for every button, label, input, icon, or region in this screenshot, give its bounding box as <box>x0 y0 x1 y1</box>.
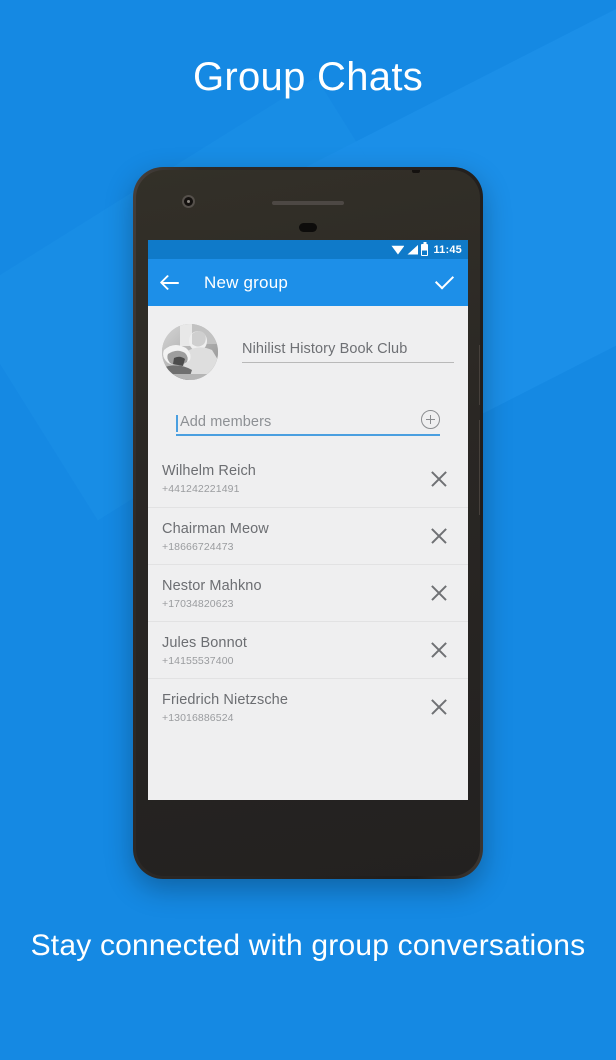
group-header: Nihilist History Book Club Add members <box>148 306 468 436</box>
page-headline: Group Chats <box>192 55 424 99</box>
status-bar: 11:45 <box>148 240 468 259</box>
remove-member-icon[interactable] <box>428 525 450 547</box>
app-bar: New group <box>148 259 468 306</box>
proximity-sensor <box>299 223 317 232</box>
member-phone: +14155537400 <box>162 654 234 667</box>
remove-member-icon[interactable] <box>428 582 450 604</box>
member-info: Wilhelm Reich +441242221491 <box>162 462 428 495</box>
member-phone: +17034820623 <box>162 597 234 610</box>
table-row[interactable]: Nestor Mahkno +17034820623 <box>148 564 468 621</box>
member-name: Chairman Meow <box>162 520 269 537</box>
volume-button[interactable] <box>479 420 480 515</box>
remove-member-icon[interactable] <box>428 468 450 490</box>
table-row[interactable]: Jules Bonnot +14155537400 <box>148 621 468 678</box>
avatar-edit-indicator <box>207 368 216 377</box>
page-subtitle: Stay connected with group conversations <box>30 929 586 962</box>
battery-icon <box>421 243 429 256</box>
table-row[interactable]: Chairman Meow +18666724473 <box>148 507 468 564</box>
status-bar-icons <box>391 243 429 256</box>
group-name-value: Nihilist History Book Club <box>242 341 408 357</box>
signal-icon <box>407 244 419 255</box>
member-name: Jules Bonnot <box>162 634 248 651</box>
member-info: Chairman Meow +18666724473 <box>162 520 428 553</box>
member-info: Friedrich Nietzsche +13016886524 <box>162 691 428 724</box>
phone-screen: 11:45 New group Nihilist History Book Cl… <box>148 240 468 800</box>
power-button[interactable] <box>479 345 480 405</box>
member-name: Nestor Mahkno <box>162 577 262 594</box>
member-phone: +441242221491 <box>162 483 240 495</box>
screen-content: Nihilist History Book Club Add members W… <box>148 306 468 800</box>
confirm-check-icon[interactable] <box>432 271 456 295</box>
wifi-icon <box>391 245 405 255</box>
member-phone: +13016886524 <box>162 711 234 724</box>
add-members-field[interactable]: Add members <box>176 410 440 436</box>
member-list: Wilhelm Reich +441242221491 Chairman Meo… <box>148 450 468 735</box>
member-name: Friedrich Nietzsche <box>162 691 288 708</box>
back-arrow-icon[interactable] <box>160 272 182 294</box>
remove-member-icon[interactable] <box>428 696 450 718</box>
status-bar-clock: 11:45 <box>433 243 462 256</box>
page-title: New group <box>204 272 289 292</box>
group-avatar[interactable] <box>162 324 218 380</box>
top-microphone-notch <box>412 170 420 173</box>
remove-member-icon[interactable] <box>428 639 450 661</box>
add-member-icon[interactable] <box>421 410 440 429</box>
table-row[interactable]: Wilhelm Reich +441242221491 <box>148 450 468 507</box>
add-members-input[interactable]: Add members <box>176 414 421 430</box>
table-row[interactable]: Friedrich Nietzsche +13016886524 <box>148 678 468 735</box>
member-phone: +18666724473 <box>162 540 234 553</box>
member-name: Wilhelm Reich <box>162 463 256 479</box>
group-identity-row: Nihilist History Book Club <box>162 324 454 380</box>
phone-body: 11:45 New group Nihilist History Book Cl… <box>136 170 480 876</box>
member-info: Jules Bonnot +14155537400 <box>162 634 428 667</box>
earpiece-speaker <box>272 201 344 205</box>
front-camera-icon <box>182 195 195 208</box>
member-info: Nestor Mahkno +17034820623 <box>162 577 428 610</box>
group-name-field[interactable]: Nihilist History Book Club <box>242 341 454 363</box>
phone-device: 11:45 New group Nihilist History Book Cl… <box>133 167 483 879</box>
